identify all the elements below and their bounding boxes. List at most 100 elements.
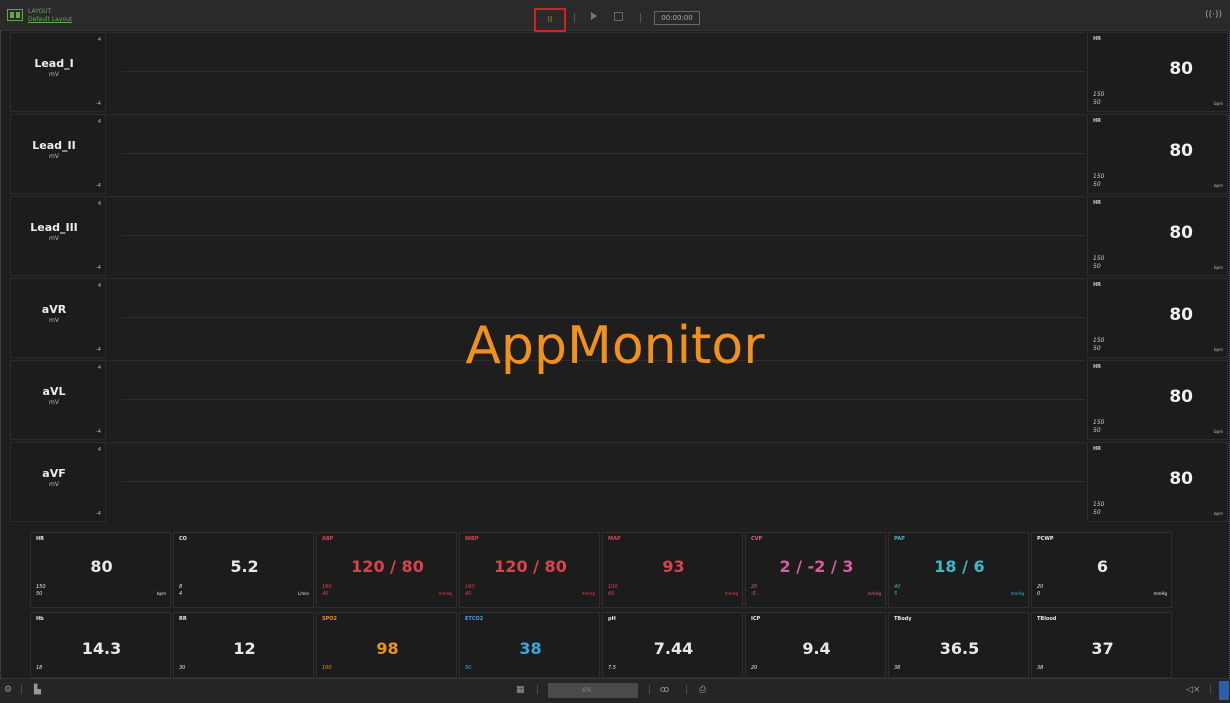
numeric-tile-hb[interactable]: Hb 14.3 18 [30,612,171,678]
numeric-value: 14.3 [81,639,122,658]
zoom-slider[interactable]: 6% [548,683,638,698]
waveform-canvas[interactable] [108,196,1085,277]
numeric-tile-spo2[interactable]: SPO2 98 100 [316,612,457,678]
numeric-tile-icp[interactable]: ICP 9.4 20 [745,612,886,678]
numeric-unit: mmHg [724,591,738,596]
hr-label: HR [1093,282,1102,288]
numeric-tile-co[interactable]: CO 5.2 8 4 L/min [173,532,314,608]
toolbar-divider [574,13,575,23]
hr-readout[interactable]: HR 80 150 50 bpm [1087,360,1228,440]
numeric-alarm-high: 100 [608,584,618,590]
bottom-toolbar: ⚙ | ▙ ▦ | 6% | ꝏ | ⎙ ◁× | [0,678,1230,703]
layout-name-link[interactable]: Default Layout [28,16,72,23]
numeric-tile-abp[interactable]: ABP 120 / 80 160 40 mmHg [316,532,457,608]
hr-value: 80 [1169,469,1193,489]
hr-readout[interactable]: HR 80 150 50 bpm [1087,278,1228,358]
waveform-canvas[interactable] [108,360,1085,441]
numeric-tile-pcwp[interactable]: PCWP 6 20 0 mmHg [1031,532,1172,608]
numeric-alarm-high: 7.5 [608,665,616,671]
numeric-tile-tbody[interactable]: TBody 36.5 38 [888,612,1029,678]
lead-label-panel: 4 aVR mV -4 [10,278,106,358]
calendar-icon[interactable]: ▦ [516,685,525,695]
audio-mute-icon[interactable]: ◁× [1186,685,1200,695]
hr-readout[interactable]: HR 80 150 50 bpm [1087,114,1228,194]
hr-alarm-low: 50 [1093,99,1101,106]
lead-scale-min: -4 [96,429,101,435]
hr-value: 80 [1169,59,1193,79]
time-display: 00:00:00 [654,11,700,25]
numeric-unit: mmHg [438,591,452,596]
numeric-tile-tblood[interactable]: TBlood 37 38 [1031,612,1172,678]
hr-unit: bpm [1214,265,1223,270]
waveform-baseline [122,399,1085,400]
toolbar-divider: | [20,685,24,695]
hr-alarm-high: 150 [1093,173,1105,180]
lead-name: aVR [41,303,67,316]
lead-unit: mV [49,481,59,488]
hr-readout[interactable]: HR 80 150 50 bpm [1087,32,1228,112]
numeric-tile-rr[interactable]: RR 12 30 [173,612,314,678]
hr-alarm-low: 50 [1093,427,1101,434]
numeric-tile-cvp[interactable]: CVP 2 / -2 / 3 20 -5 mmHg [745,532,886,608]
waveform-baseline [122,481,1085,482]
pause-button[interactable]: II [534,8,566,32]
settings-gear-icon[interactable]: ⚙ [4,685,12,695]
lead-name: aVF [42,467,66,480]
lead-unit: mV [49,71,59,78]
numeric-tile-map[interactable]: MAP 93 100 60 mmHg [602,532,743,608]
numeric-label: CVP [751,536,763,542]
numeric-label: CO [179,536,187,542]
hr-alarm-high: 150 [1093,337,1105,344]
numeric-unit: mmHg [867,591,881,596]
waveform-canvas[interactable] [108,32,1085,113]
numeric-tile-nibp[interactable]: NIBP 120 / 80 160 40 mmHg [459,532,600,608]
binoculars-icon[interactable]: ꝏ [660,685,669,695]
numeric-alarm-low: 0 [1037,591,1041,597]
lead-scale-max: 4 [97,119,101,125]
numeric-tile-pap[interactable]: PAP 18 / 6 40 5 mmHg [888,532,1029,608]
zoom-value: 6% [582,687,592,694]
play-icon[interactable] [591,12,597,20]
lead-scale-max: 4 [97,37,101,43]
hr-alarm-high: 150 [1093,419,1105,426]
layout-icon[interactable] [7,9,23,21]
toolbar-divider: | [648,685,652,695]
numeric-alarm-high: 30 [179,665,186,671]
lead-label-panel: 4 Lead_II mV -4 [10,114,106,194]
ecg-lead-row: 4 Lead_II mV -4 HR 80 150 50 bpm [10,114,1228,195]
numeric-label: NIBP [465,536,479,542]
print-icon[interactable]: ⎙ [699,685,706,695]
numeric-alarm-high: 8 [179,584,183,590]
stop-icon[interactable] [614,12,623,21]
lead-scale-max: 4 [97,365,101,371]
numeric-value: 6 [1096,557,1109,576]
lead-label-panel: 4 Lead_III mV -4 [10,196,106,276]
waveform-canvas[interactable] [108,442,1085,523]
waveform-canvas[interactable] [108,278,1085,359]
hr-value: 80 [1169,141,1193,161]
numeric-tile-ph[interactable]: pH 7.44 7.5 [602,612,743,678]
numeric-tile-hr[interactable]: HR 80 150 50 bpm [30,532,171,608]
numeric-tile-etco2[interactable]: ETCO2 38 50 [459,612,600,678]
expand-button[interactable] [1219,681,1229,700]
numeric-value: 120 / 80 [494,557,567,576]
antenna-signal-icon[interactable]: ((·)) [1205,10,1222,20]
numeric-label: TBlood [1037,616,1057,622]
lead-name: Lead_III [30,221,78,234]
toolbar-divider [640,13,641,23]
hr-unit: bpm [1214,101,1223,106]
lock-icon[interactable]: ▙ [34,685,41,695]
ecg-lead-row: 4 Lead_I mV -4 HR 80 150 50 bpm [10,32,1228,113]
hr-value: 80 [1169,305,1193,325]
waveform-canvas[interactable] [108,114,1085,195]
numeric-unit: mmHg [1010,591,1024,596]
hr-readout[interactable]: HR 80 150 50 bpm [1087,442,1228,522]
numeric-value: 18 / 6 [934,557,985,576]
lead-name: Lead_II [32,139,76,152]
numeric-value: 38 [519,639,542,658]
numeric-value: 9.4 [802,639,831,658]
numeric-value: 2 / -2 / 3 [779,557,854,576]
hr-alarm-low: 50 [1093,181,1101,188]
hr-alarm-high: 150 [1093,91,1105,98]
hr-readout[interactable]: HR 80 150 50 bpm [1087,196,1228,276]
